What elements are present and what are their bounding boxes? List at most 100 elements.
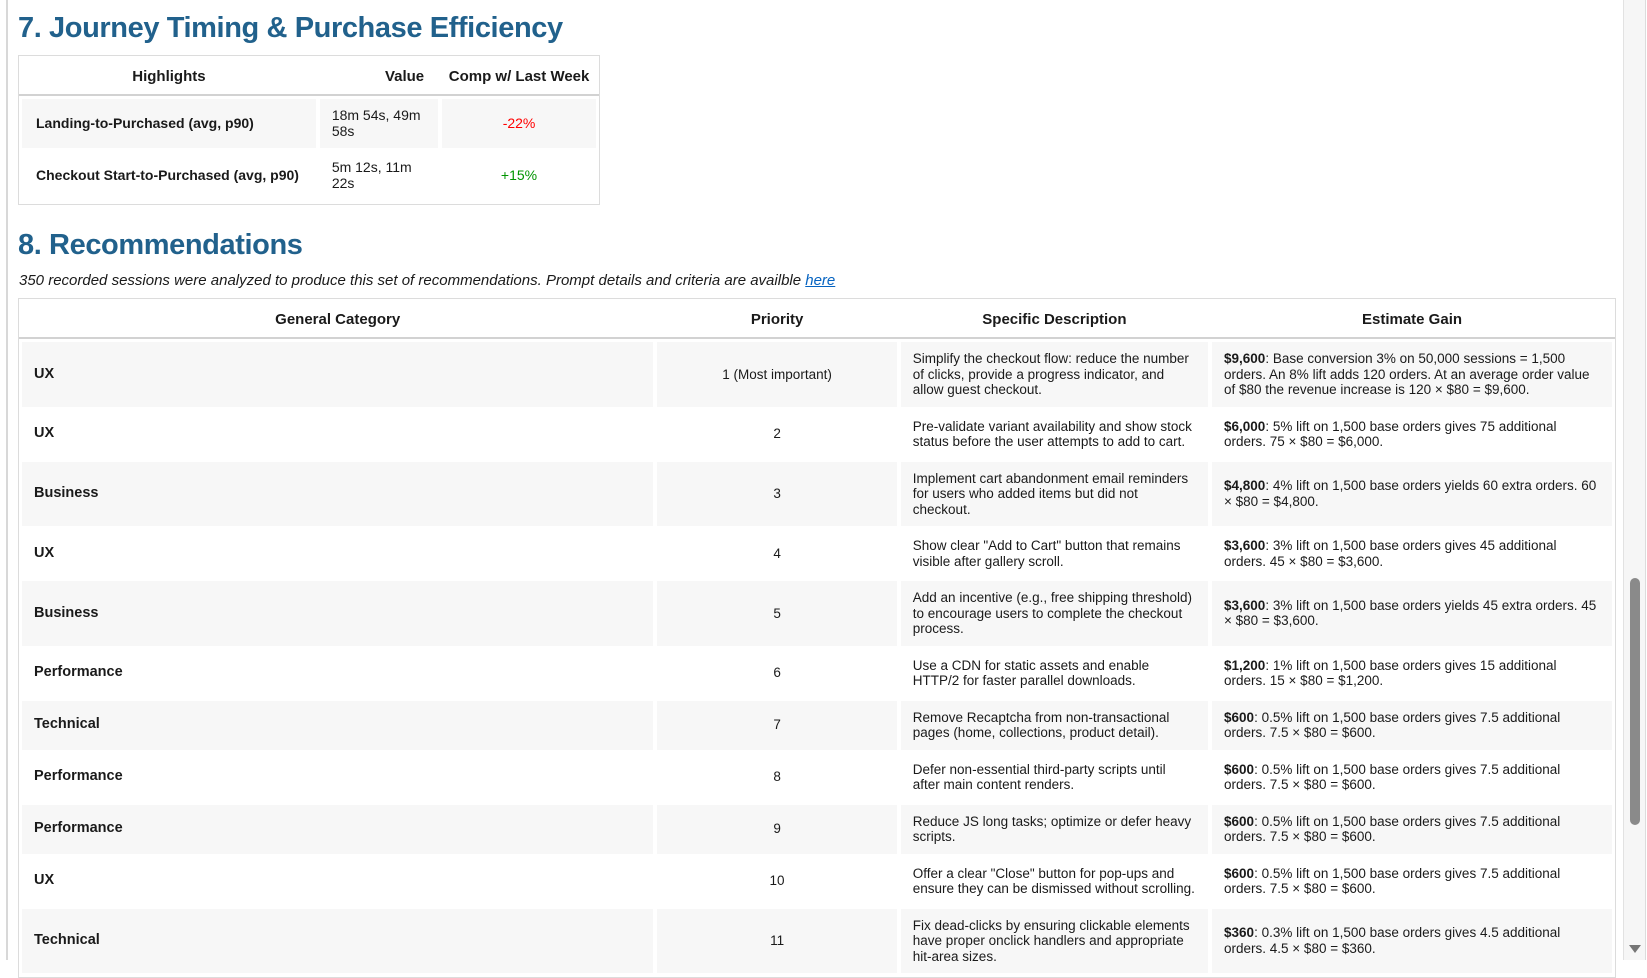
estimate-gain-cell: $600: 0.5% lift on 1,500 base orders giv… bbox=[1212, 857, 1612, 906]
priority-cell: 10 bbox=[657, 857, 896, 906]
category-cell: UX bbox=[22, 342, 653, 407]
gain-amount: $3,600 bbox=[1224, 598, 1265, 613]
gain-amount: $9,600 bbox=[1224, 351, 1265, 366]
recommendation-row: UX 1 (Most important) Simplify the check… bbox=[22, 342, 1612, 407]
gain-amount: $6,000 bbox=[1224, 419, 1265, 434]
header-priority: Priority bbox=[657, 302, 896, 337]
description-cell: Fix dead-clicks by ensuring clickable el… bbox=[901, 909, 1208, 974]
recommendations-header-row: General Category Priority Specific Descr… bbox=[19, 299, 1615, 339]
gain-detail: : 5% lift on 1,500 base orders gives 75 … bbox=[1224, 419, 1556, 450]
recommendation-row: UX 2 Pre-validate variant availability a… bbox=[22, 410, 1612, 459]
description-cell: Use a CDN for static assets and enable H… bbox=[901, 649, 1208, 698]
recommendations-intro: 350 recorded sessions were analyzed to p… bbox=[19, 272, 1618, 289]
priority-cell: 5 bbox=[657, 581, 896, 646]
gain-amount: $600 bbox=[1224, 814, 1254, 829]
priority-cell: 9 bbox=[657, 805, 896, 854]
category-cell: Business bbox=[22, 462, 653, 527]
scrollbar-down-arrow-icon[interactable] bbox=[1629, 945, 1641, 953]
description-cell: Pre-validate variant availability and sh… bbox=[901, 410, 1208, 459]
estimate-gain-cell: $3,600: 3% lift on 1,500 base orders giv… bbox=[1212, 529, 1612, 578]
estimate-gain-cell: $600: 0.5% lift on 1,500 base orders giv… bbox=[1212, 701, 1612, 750]
intro-text: 350 recorded sessions were analyzed to p… bbox=[19, 272, 805, 289]
vertical-scrollbar[interactable] bbox=[1623, 0, 1646, 960]
recommendations-table-body: UX 1 (Most important) Simplify the check… bbox=[19, 342, 1615, 977]
journey-header-highlights: Highlights bbox=[22, 59, 316, 94]
gain-amount: $4,800 bbox=[1224, 478, 1265, 493]
gain-amount: $600 bbox=[1224, 762, 1254, 777]
journey-header-value: Value bbox=[320, 59, 438, 94]
priority-cell: 1 (Most important) bbox=[657, 342, 896, 407]
category-cell: Performance bbox=[22, 649, 653, 698]
page-left-border bbox=[6, 0, 8, 960]
category-cell: UX bbox=[22, 410, 653, 459]
gain-detail: : 0.5% lift on 1,500 base orders gives 7… bbox=[1224, 710, 1560, 741]
gain-amount: $1,200 bbox=[1224, 658, 1265, 673]
comp-last-week-cell: +15% bbox=[442, 151, 596, 200]
gain-detail: : 0.5% lift on 1,500 base orders gives 7… bbox=[1224, 762, 1560, 793]
recommendation-row: Performance 6 Use a CDN for static asset… bbox=[22, 649, 1612, 698]
priority-cell: 4 bbox=[657, 529, 896, 578]
gain-detail: : 3% lift on 1,500 base orders gives 45 … bbox=[1224, 538, 1556, 569]
description-cell: Add an incentive (e.g., free shipping th… bbox=[901, 581, 1208, 646]
estimate-gain-cell: $4,800: 4% lift on 1,500 base orders yie… bbox=[1212, 462, 1612, 527]
gain-detail: : 1% lift on 1,500 base orders gives 15 … bbox=[1224, 658, 1556, 689]
gain-detail: : Base conversion 3% on 50,000 sessions … bbox=[1224, 351, 1589, 397]
priority-cell: 8 bbox=[657, 753, 896, 802]
recommendation-row: Business 3 Implement cart abandonment em… bbox=[22, 462, 1612, 527]
priority-cell: 6 bbox=[657, 649, 896, 698]
gain-amount: $360 bbox=[1224, 925, 1254, 940]
intro-here-link[interactable]: here bbox=[805, 272, 835, 289]
priority-cell: 2 bbox=[657, 410, 896, 459]
estimate-gain-cell: $9,600: Base conversion 3% on 50,000 ses… bbox=[1212, 342, 1612, 407]
journey-table-body: Landing-to-Purchased (avg, p90) 18m 54s,… bbox=[19, 99, 599, 204]
description-cell: Simplify the checkout flow: reduce the n… bbox=[901, 342, 1208, 407]
category-cell: UX bbox=[22, 857, 653, 906]
category-cell: Business bbox=[22, 581, 653, 646]
category-cell: Performance bbox=[22, 805, 653, 854]
recommendation-row: Performance 8 Defer non-essential third-… bbox=[22, 753, 1612, 802]
value-cell: 5m 12s, 11m 22s bbox=[320, 151, 438, 200]
header-estimate-gain: Estimate Gain bbox=[1212, 302, 1612, 337]
header-general-category: General Category bbox=[22, 302, 653, 337]
recommendation-row: UX 10 Offer a clear "Close" button for p… bbox=[22, 857, 1612, 906]
priority-cell: 11 bbox=[657, 909, 896, 974]
gain-amount: $600 bbox=[1224, 866, 1254, 881]
comp-last-week-cell: -22% bbox=[442, 99, 596, 148]
gain-detail: : 0.3% lift on 1,500 base orders gives 4… bbox=[1224, 925, 1560, 956]
priority-cell: 3 bbox=[657, 462, 896, 527]
header-specific-description: Specific Description bbox=[901, 302, 1208, 337]
section-8-heading: 8. Recommendations bbox=[18, 229, 1618, 262]
estimate-gain-cell: $600: 0.5% lift on 1,500 base orders giv… bbox=[1212, 805, 1612, 854]
recommendation-row: Technical 7 Remove Recaptcha from non-tr… bbox=[22, 701, 1612, 750]
description-cell: Reduce JS long tasks; optimize or defer … bbox=[901, 805, 1208, 854]
journey-header-comp: Comp w/ Last Week bbox=[442, 59, 596, 94]
estimate-gain-cell: $1,200: 1% lift on 1,500 base orders giv… bbox=[1212, 649, 1612, 698]
estimate-gain-cell: $6,000: 5% lift on 1,500 base orders giv… bbox=[1212, 410, 1612, 459]
journey-table-row: Checkout Start-to-Purchased (avg, p90) 5… bbox=[22, 151, 596, 200]
journey-table-header-row: Highlights Value Comp w/ Last Week bbox=[19, 56, 599, 96]
scrollbar-thumb[interactable] bbox=[1630, 578, 1640, 825]
estimate-gain-cell: $3,600: 3% lift on 1,500 base orders yie… bbox=[1212, 581, 1612, 646]
recommendation-row: Business 5 Add an incentive (e.g., free … bbox=[22, 581, 1612, 646]
highlight-label-cell: Landing-to-Purchased (avg, p90) bbox=[22, 99, 316, 148]
gain-amount: $600 bbox=[1224, 710, 1254, 725]
recommendation-row: Performance 9 Reduce JS long tasks; opti… bbox=[22, 805, 1612, 854]
priority-cell: 7 bbox=[657, 701, 896, 750]
category-cell: Technical bbox=[22, 909, 653, 974]
estimate-gain-cell: $600: 0.5% lift on 1,500 base orders giv… bbox=[1212, 753, 1612, 802]
description-cell: Defer non-essential third-party scripts … bbox=[901, 753, 1208, 802]
value-cell: 18m 54s, 49m 58s bbox=[320, 99, 438, 148]
gain-detail: : 3% lift on 1,500 base orders yields 45… bbox=[1224, 598, 1596, 629]
gain-detail: : 0.5% lift on 1,500 base orders gives 7… bbox=[1224, 814, 1560, 845]
category-cell: UX bbox=[22, 529, 653, 578]
description-cell: Implement cart abandonment email reminde… bbox=[901, 462, 1208, 527]
journey-timing-table: Highlights Value Comp w/ Last Week Landi… bbox=[18, 55, 600, 205]
estimate-gain-cell: $360: 0.3% lift on 1,500 base orders giv… bbox=[1212, 909, 1612, 974]
journey-table-row: Landing-to-Purchased (avg, p90) 18m 54s,… bbox=[22, 99, 596, 148]
recommendation-row: UX 4 Show clear "Add to Cart" button tha… bbox=[22, 529, 1612, 578]
category-cell: Performance bbox=[22, 753, 653, 802]
gain-amount: $3,600 bbox=[1224, 538, 1265, 553]
recommendations-table: General Category Priority Specific Descr… bbox=[18, 298, 1616, 978]
section-7-heading: 7. Journey Timing & Purchase Efficiency bbox=[18, 12, 1618, 45]
gain-detail: : 0.5% lift on 1,500 base orders gives 7… bbox=[1224, 866, 1560, 897]
